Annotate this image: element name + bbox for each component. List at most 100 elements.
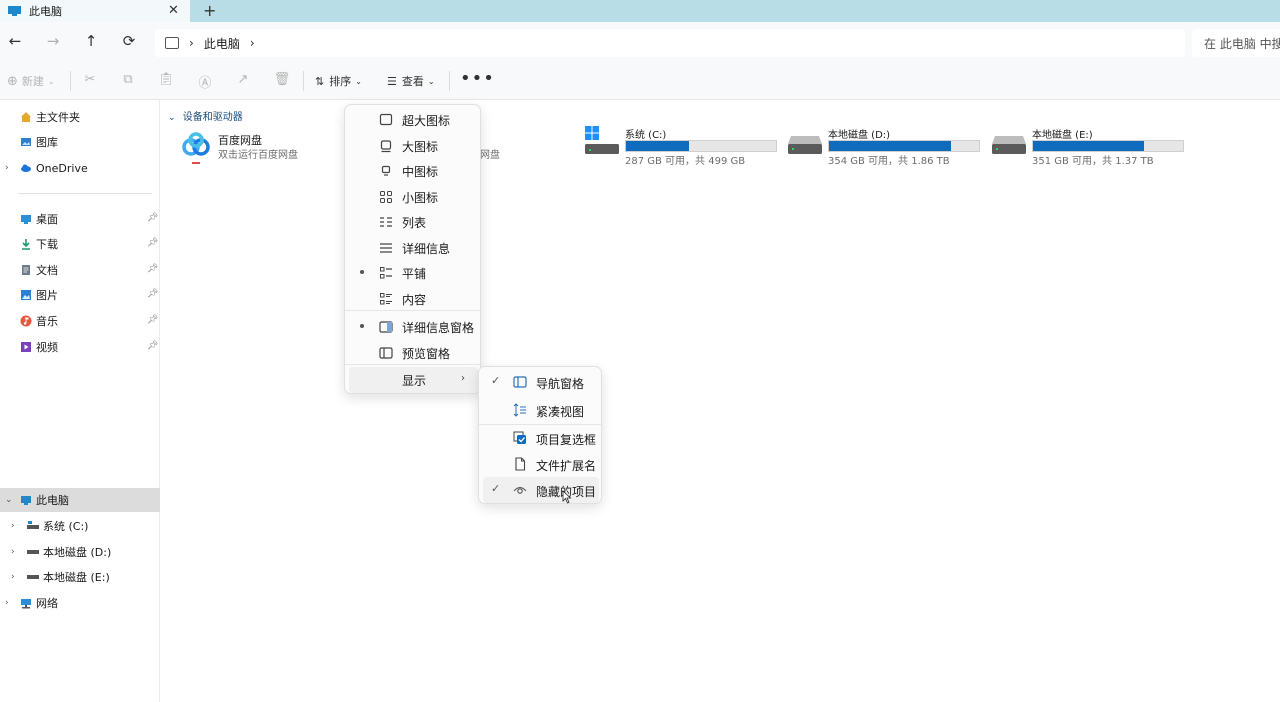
back-icon[interactable]: ← xyxy=(5,32,25,50)
chevron-down-icon: ⌄ xyxy=(47,76,55,86)
breadcrumb-this-pc[interactable]: 此电脑 xyxy=(204,35,240,52)
delete-icon[interactable]: 🗑︎ xyxy=(273,72,291,87)
baidu-netdisk-item[interactable]: 百度网盘 双击运行百度网盘 xyxy=(180,130,310,166)
submenu-item-label: 文件扩展名 xyxy=(536,459,597,473)
group-header[interactable]: ⌄ 设备和驱动器 xyxy=(168,108,243,123)
tab-title: 此电脑 xyxy=(29,5,62,18)
refresh-icon[interactable]: ⟳ xyxy=(119,32,139,50)
copy-icon[interactable]: ⧉ xyxy=(119,72,137,87)
forward-icon[interactable]: → xyxy=(43,32,63,50)
sidebar-item-label: 本地磁盘 (E:) xyxy=(43,571,110,584)
pin-icon[interactable]: 📌︎ xyxy=(147,341,158,351)
close-tab-icon[interactable]: ✕ xyxy=(168,3,179,18)
tab-this-pc[interactable]: 此电脑 ✕ xyxy=(0,0,190,22)
sidebar-item-home[interactable]: 主文件夹 xyxy=(0,105,160,129)
rename-icon[interactable]: Ⓐ xyxy=(196,72,214,91)
pin-icon[interactable]: 📌︎ xyxy=(147,213,158,223)
menu-item-small-icons[interactable]: 小图标 xyxy=(349,184,478,210)
drive-d-item[interactable]: 本地磁盘 (D:) 354 GB 可用，共 1.86 TB xyxy=(788,124,988,168)
sidebar-item-label: 下载 xyxy=(36,238,58,251)
chevron-right-icon: › xyxy=(461,373,465,384)
cloud-icon xyxy=(21,164,31,172)
file-extension-icon xyxy=(515,457,526,471)
sidebar-item-videos[interactable]: 视频 📌︎ xyxy=(0,335,160,359)
pin-icon[interactable]: 📌︎ xyxy=(147,289,158,299)
drive-icon xyxy=(27,575,39,579)
chevron-down-icon[interactable]: ⌄ xyxy=(5,495,13,505)
submenu-item-item-checkboxes[interactable]: 项目复选框 xyxy=(483,425,599,451)
more-options-icon[interactable]: ••• xyxy=(460,68,495,89)
menu-item-label: 平铺 xyxy=(402,267,427,281)
navigation-pane: 主文件夹 图库 › OneDrive 桌面 📌︎ 下载 📌︎ 文档 📌︎ 图片 … xyxy=(0,100,160,702)
sidebar-item-this-pc[interactable]: ⌄ 此电脑 xyxy=(0,488,160,512)
menu-item-label: 详细信息 xyxy=(402,242,451,256)
share-icon[interactable]: ↗ xyxy=(234,72,252,87)
address-bar[interactable]: › 此电脑 › xyxy=(155,29,1185,57)
sidebar-item-label: 桌面 xyxy=(36,213,58,226)
selected-dot-icon xyxy=(360,270,364,274)
content-area: ⌄ 设备和驱动器 百度网盘 双击运行百度网盘 网盘 系统 (C:) 287 GB… xyxy=(160,100,1280,702)
sidebar-item-label: 网络 xyxy=(36,597,58,610)
pin-icon[interactable]: 📌︎ xyxy=(147,264,158,274)
sidebar-item-drive-c[interactable]: › 系统 (C:) xyxy=(0,514,160,538)
divider xyxy=(70,71,71,91)
breadcrumb-separator[interactable]: › xyxy=(189,36,194,50)
add-icon: ⊕ xyxy=(7,73,18,89)
menu-item-large-icons[interactable]: 大图标 xyxy=(349,133,478,159)
drive-c-item[interactable]: 系统 (C:) 287 GB 可用，共 499 GB xyxy=(585,124,785,168)
cut-icon[interactable]: ✂ xyxy=(81,72,99,87)
menu-item-medium-icons[interactable]: 中图标 xyxy=(349,158,478,184)
menu-item-list[interactable]: 列表 xyxy=(349,209,478,235)
drive-name: 本地磁盘 (D:) xyxy=(828,130,891,141)
sidebar-item-pictures[interactable]: 图片 📌︎ xyxy=(0,283,160,307)
breadcrumb-separator[interactable]: › xyxy=(250,36,255,50)
new-tab-button[interactable]: + xyxy=(203,1,216,20)
search-input[interactable]: 在 此电脑 中搜索 xyxy=(1192,29,1280,57)
menu-item-show[interactable]: 显示 › xyxy=(349,367,478,393)
chevron-right-icon[interactable]: › xyxy=(5,598,9,608)
submenu-item-file-extensions[interactable]: 文件扩展名 xyxy=(483,451,599,477)
drive-icon xyxy=(27,550,39,554)
paste-icon[interactable]: 📋︎ xyxy=(157,72,175,87)
details-icon xyxy=(380,243,392,253)
sidebar-item-label: 此电脑 xyxy=(36,494,69,507)
menu-item-content[interactable]: 内容 xyxy=(349,286,478,312)
chevron-down-icon: ⌄ xyxy=(427,76,435,86)
submenu-item-compact-view[interactable]: 紧凑视图 xyxy=(483,397,599,423)
menu-item-extra-large-icons[interactable]: 超大图标 xyxy=(349,107,478,133)
usage-fill xyxy=(1033,141,1144,151)
pin-icon[interactable]: 📌︎ xyxy=(147,238,158,248)
drive-icon xyxy=(992,136,1026,154)
sidebar-item-network[interactable]: › 网络 xyxy=(0,591,160,615)
sidebar-item-label: 文档 xyxy=(36,264,58,277)
sidebar-item-drive-e[interactable]: › 本地磁盘 (E:) xyxy=(0,565,160,589)
check-icon: ✓ xyxy=(491,482,501,495)
sidebar-item-gallery[interactable]: 图库 xyxy=(0,130,160,154)
drive-e-item[interactable]: 本地磁盘 (E:) 351 GB 可用，共 1.37 TB xyxy=(992,124,1192,168)
sidebar-item-music[interactable]: 音乐 📌︎ xyxy=(0,309,160,333)
details-pane-icon xyxy=(379,321,393,333)
sidebar-item-documents[interactable]: 文档 📌︎ xyxy=(0,258,160,282)
submenu-item-hidden-items[interactable]: ✓ 隐藏的项目 xyxy=(483,477,599,503)
tiles-icon xyxy=(380,267,392,279)
usage-bar xyxy=(1032,140,1184,152)
sidebar-item-downloads[interactable]: 下载 📌︎ xyxy=(0,232,160,256)
chevron-right-icon[interactable]: › xyxy=(11,572,15,582)
menu-item-details[interactable]: 详细信息 xyxy=(349,235,478,261)
menu-item-details-pane[interactable]: 详细信息窗格 xyxy=(349,314,478,340)
chevron-right-icon[interactable]: › xyxy=(11,547,15,557)
up-icon[interactable]: ↑ xyxy=(81,32,101,50)
menu-item-preview-pane[interactable]: 预览窗格 xyxy=(349,340,478,366)
sidebar-item-desktop[interactable]: 桌面 📌︎ xyxy=(0,207,160,231)
sidebar-item-onedrive[interactable]: › OneDrive xyxy=(0,156,160,180)
chevron-right-icon[interactable]: › xyxy=(5,163,9,173)
submenu-item-navigation-pane[interactable]: ✓ 导航窗格 xyxy=(483,369,599,395)
new-button[interactable]: ⊕ 新建 ⌄ xyxy=(7,73,55,89)
pin-icon[interactable]: 📌︎ xyxy=(147,315,158,325)
sort-label: 排序 xyxy=(329,75,352,88)
sort-button[interactable]: ⇅ 排序 ⌄ xyxy=(315,73,362,89)
sidebar-item-drive-d[interactable]: › 本地磁盘 (D:) xyxy=(0,540,160,564)
chevron-right-icon[interactable]: › xyxy=(11,521,15,531)
menu-item-tiles[interactable]: 平铺 xyxy=(349,260,478,286)
view-button[interactable]: ☰ 查看 ⌄ xyxy=(387,73,435,89)
